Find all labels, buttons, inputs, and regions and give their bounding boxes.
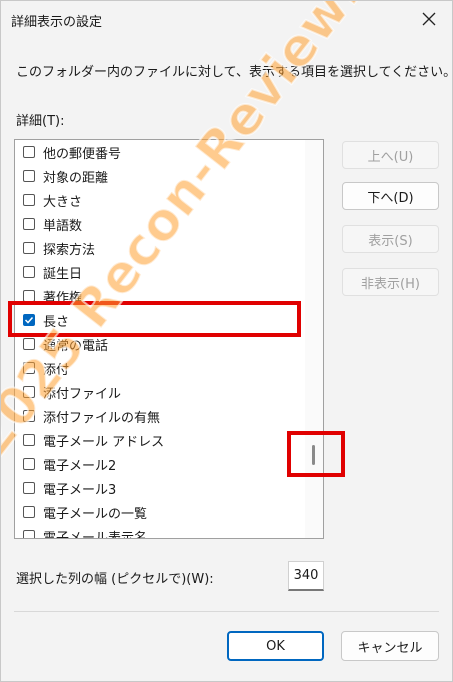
list-item-label: 通常の電話: [43, 338, 109, 354]
close-button[interactable]: [414, 5, 444, 35]
details-label: 詳細(T):: [16, 114, 65, 129]
hide-button[interactable]: 非表示(H): [342, 268, 439, 296]
close-icon: [422, 11, 436, 30]
window-title: 詳細表示の設定: [11, 15, 103, 30]
list-item-label: 電子メール3: [43, 482, 117, 498]
checkbox-icon[interactable]: [23, 170, 35, 182]
list-item-label: 誕生日: [43, 266, 83, 282]
details-listbox[interactable]: 他の郵便番号 対象の距離 大きさ 単語数 探索方法 誕生日 著作権 長さ 通常の電話 添付 添付ファ…: [14, 139, 324, 539]
show-button[interactable]: 表示(S): [342, 225, 439, 253]
checkbox-icon[interactable]: [23, 410, 35, 422]
list-item-label: 添付ファイル: [43, 386, 122, 402]
list-item[interactable]: 誕生日: [23, 260, 82, 284]
list-item-label: 電子メールの一覧: [43, 506, 148, 522]
list-item[interactable]: 添付ファイルの有無: [23, 404, 160, 428]
checkbox-icon[interactable]: [23, 146, 35, 158]
list-item-label: 添付: [43, 362, 70, 378]
list-item-label: 対象の距離: [43, 170, 109, 186]
checkbox-icon[interactable]: [23, 242, 35, 254]
highlight-box-length: [8, 301, 301, 337]
column-width-label: 選択した列の幅 (ピクセルで)(W):: [16, 572, 214, 587]
checkbox-icon[interactable]: [23, 194, 35, 206]
checkbox-icon[interactable]: [23, 506, 35, 518]
list-item-label: 大きさ: [43, 194, 83, 210]
move-up-button[interactable]: 上へ(U): [342, 141, 439, 169]
checkbox-icon[interactable]: [23, 218, 35, 230]
checkbox-icon[interactable]: [23, 458, 35, 470]
list-item[interactable]: 大きさ: [23, 188, 82, 212]
list-item[interactable]: 単語数: [23, 212, 82, 236]
footer-divider: [14, 611, 439, 612]
details-settings-dialog: 詳細表示の設定 このフォルダー内のファイルに対して、表示する項目を選択してくださ…: [0, 0, 453, 682]
move-down-button[interactable]: 下へ(D): [342, 182, 439, 210]
list-item-label: 電子メール アドレス: [43, 434, 165, 450]
ok-button[interactable]: OK: [227, 631, 324, 661]
checkbox-icon[interactable]: [23, 266, 35, 278]
list-item[interactable]: 添付ファイル: [23, 380, 121, 404]
list-item[interactable]: 電子メールの一覧: [23, 500, 147, 524]
checkbox-icon[interactable]: [23, 362, 35, 374]
list-item[interactable]: 対象の距離: [23, 164, 108, 188]
checkbox-icon[interactable]: [23, 386, 35, 398]
title-bar: 詳細表示の設定: [1, 1, 452, 39]
details-list: 他の郵便番号 対象の距離 大きさ 単語数 探索方法 誕生日 著作権 長さ 通常の電話 添付 添付ファ…: [15, 140, 305, 538]
list-item[interactable]: 探索方法: [23, 236, 95, 260]
list-item[interactable]: 他の郵便番号: [23, 140, 121, 164]
list-item[interactable]: 添付: [23, 356, 69, 380]
highlight-box-scrollbar: [287, 431, 345, 477]
list-item[interactable]: 電子メール表示名: [23, 524, 148, 539]
list-item-label: 探索方法: [43, 242, 96, 258]
list-item-label: 電子メール表示名: [43, 530, 148, 539]
list-item-label: 単語数: [43, 218, 83, 234]
instruction-text: このフォルダー内のファイルに対して、表示する項目を選択してください。: [16, 65, 453, 80]
list-item[interactable]: 電子メール アドレス: [23, 428, 164, 452]
checkbox-icon[interactable]: [23, 530, 35, 538]
checkbox-icon[interactable]: [23, 434, 35, 446]
list-item-label: 添付ファイルの有無: [43, 410, 161, 426]
list-item-label: 他の郵便番号: [43, 146, 122, 162]
list-item[interactable]: 電子メール2: [23, 452, 116, 476]
checkbox-icon[interactable]: [23, 338, 35, 350]
list-item[interactable]: 電子メール3: [23, 476, 116, 500]
list-item-label: 電子メール2: [43, 458, 117, 474]
column-width-input[interactable]: 340: [288, 561, 324, 591]
checkbox-icon[interactable]: [23, 482, 35, 494]
cancel-button[interactable]: キャンセル: [341, 631, 439, 661]
vertical-scrollbar[interactable]: [305, 140, 323, 538]
